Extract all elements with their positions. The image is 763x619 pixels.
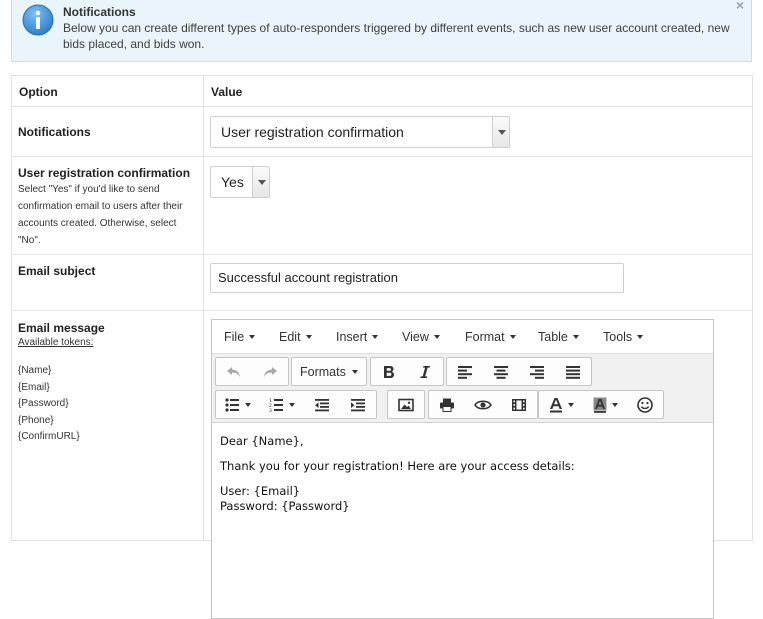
notifications-select-value: User registration confirmation	[221, 124, 404, 140]
color-group	[538, 390, 664, 419]
rich-text-editor: File Edit Insert View Format Table Tools	[211, 319, 714, 619]
token-email: {Email}	[18, 381, 50, 393]
subject-input[interactable]: Successful account registration	[210, 263, 624, 293]
menu-file[interactable]: File	[224, 330, 256, 344]
undo-icon[interactable]	[216, 358, 252, 385]
info-icon	[22, 4, 54, 36]
menu-insert[interactable]: Insert	[336, 330, 379, 344]
content-line1: Thank you for your registration! Here ar…	[220, 459, 575, 473]
token-name: {Name}	[18, 365, 52, 376]
token-phone: {Phone}	[18, 414, 54, 426]
bold-icon[interactable]	[371, 358, 407, 385]
notifications-alert: Notifications Below you can create diffe…	[11, 0, 752, 62]
close-icon[interactable]: ×	[736, 0, 744, 13]
table-row: User registration confirmation Select "Y…	[11, 156, 753, 255]
align-justify-icon[interactable]	[555, 358, 591, 385]
print-icon[interactable]	[429, 391, 465, 418]
table-row: Email message Available tokens: {Name} {…	[11, 310, 753, 619]
align-center-icon[interactable]	[483, 358, 519, 385]
editor-toolbar-row-1: Formats	[212, 354, 713, 387]
image-icon[interactable]	[388, 391, 424, 418]
notifications-label: Notifications	[18, 125, 91, 139]
chevron-down-icon[interactable]	[252, 167, 269, 197]
menu-table[interactable]: Table	[538, 330, 579, 344]
image-group	[387, 390, 425, 419]
formats-dropdown[interactable]: Formats	[292, 358, 366, 385]
svg-text:3: 3	[269, 408, 272, 412]
numbered-list-icon[interactable]: 123	[260, 391, 304, 418]
redo-icon[interactable]	[252, 358, 288, 385]
background-color-icon[interactable]	[583, 391, 627, 418]
editor-menubar: File Edit Insert View Format Table Tools	[212, 320, 713, 354]
table-row: Notifications User registration confirma…	[11, 106, 753, 157]
chevron-down-icon[interactable]	[492, 117, 509, 147]
available-tokens-link[interactable]: Available tokens:	[18, 336, 197, 350]
alert-text: Below you can create different types of …	[63, 21, 730, 51]
content-password-line: Password: {Password}	[220, 499, 350, 513]
table-row: Email subject Successful account registr…	[11, 254, 753, 311]
confirmation-select[interactable]: Yes	[210, 166, 270, 198]
confirmation-help: Select "Yes" if you'd like to send confi…	[18, 184, 183, 246]
message-label: Email message	[18, 321, 105, 335]
header-option: Option	[11, 75, 204, 107]
preview-icon[interactable]	[465, 391, 501, 418]
editor-content[interactable]: Dear {Name}, Thank you for your registra…	[212, 422, 713, 618]
token-password: {Password}	[18, 398, 69, 409]
list-indent-group: 123	[215, 390, 377, 419]
align-right-icon[interactable]	[519, 358, 555, 385]
table-header-row: Option Value	[11, 75, 753, 107]
content-greeting: Dear {Name},	[220, 434, 304, 448]
media-icon[interactable]	[501, 391, 537, 418]
menu-edit[interactable]: Edit	[279, 330, 312, 344]
alignment-group	[446, 357, 592, 386]
subject-label: Email subject	[18, 264, 96, 278]
notifications-select[interactable]: User registration confirmation	[210, 116, 510, 148]
alert-title: Notifications	[63, 5, 136, 19]
menu-tools[interactable]: Tools	[603, 330, 644, 344]
menu-view[interactable]: View	[402, 330, 440, 344]
options-table: Option Value Notifications User registra…	[11, 75, 753, 619]
history-group	[215, 357, 289, 386]
token-confirm-url: {ConfirmURL}	[18, 431, 80, 442]
header-value: Value	[203, 75, 753, 107]
menu-format[interactable]: Format	[465, 330, 516, 344]
italic-icon[interactable]	[407, 358, 443, 385]
confirmation-label: User registration confirmation	[18, 166, 191, 180]
emoticons-icon[interactable]	[627, 391, 663, 418]
indent-icon[interactable]	[340, 391, 376, 418]
media-group	[428, 390, 538, 419]
text-color-icon[interactable]	[539, 391, 583, 418]
formats-group: Formats	[291, 357, 367, 386]
align-left-icon[interactable]	[447, 358, 483, 385]
content-user-line: User: {Email}	[220, 484, 301, 498]
confirmation-select-value: Yes	[221, 174, 244, 190]
text-style-group	[370, 357, 444, 386]
bullet-list-icon[interactable]	[216, 391, 260, 418]
editor-toolbar-row-2: 123	[212, 387, 713, 420]
outdent-icon[interactable]	[304, 391, 340, 418]
